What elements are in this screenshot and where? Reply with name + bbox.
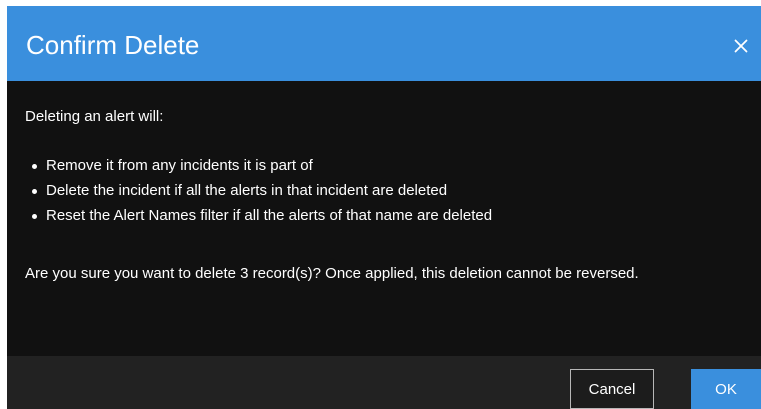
- consequence-list: Remove it from any incidents it is part …: [7, 155, 761, 230]
- bullet-text: Reset the Alert Names filter if all the …: [46, 207, 493, 224]
- list-item: Remove it from any incidents it is part …: [7, 155, 761, 180]
- close-icon: [734, 39, 748, 53]
- bullet-text: Remove it from any incidents it is part …: [46, 157, 313, 174]
- list-item: Reset the Alert Names filter if all the …: [7, 205, 761, 230]
- dialog-title: Confirm Delete: [26, 30, 200, 60]
- bullet-icon: [32, 214, 37, 219]
- dialog-header: Confirm Delete: [7, 6, 761, 81]
- page: Confirm Delete Deleting an alert will: R…: [0, 0, 761, 409]
- confirmation-text: Are you sure you want to delete 3 record…: [25, 265, 639, 282]
- close-button[interactable]: [729, 34, 753, 58]
- bullet-text: Delete the incident if all the alerts in…: [46, 182, 448, 199]
- dialog-body: Deleting an alert will: Remove it from a…: [7, 81, 761, 356]
- list-item: Delete the incident if all the alerts in…: [7, 180, 761, 205]
- bullet-icon: [32, 189, 37, 194]
- confirm-delete-dialog: Confirm Delete Deleting an alert will: R…: [7, 6, 761, 409]
- ok-button[interactable]: OK: [691, 369, 761, 409]
- cancel-button[interactable]: Cancel: [570, 369, 654, 409]
- dialog-footer: Cancel OK: [7, 356, 761, 409]
- bullet-icon: [32, 164, 37, 169]
- intro-text: Deleting an alert will:: [25, 108, 164, 125]
